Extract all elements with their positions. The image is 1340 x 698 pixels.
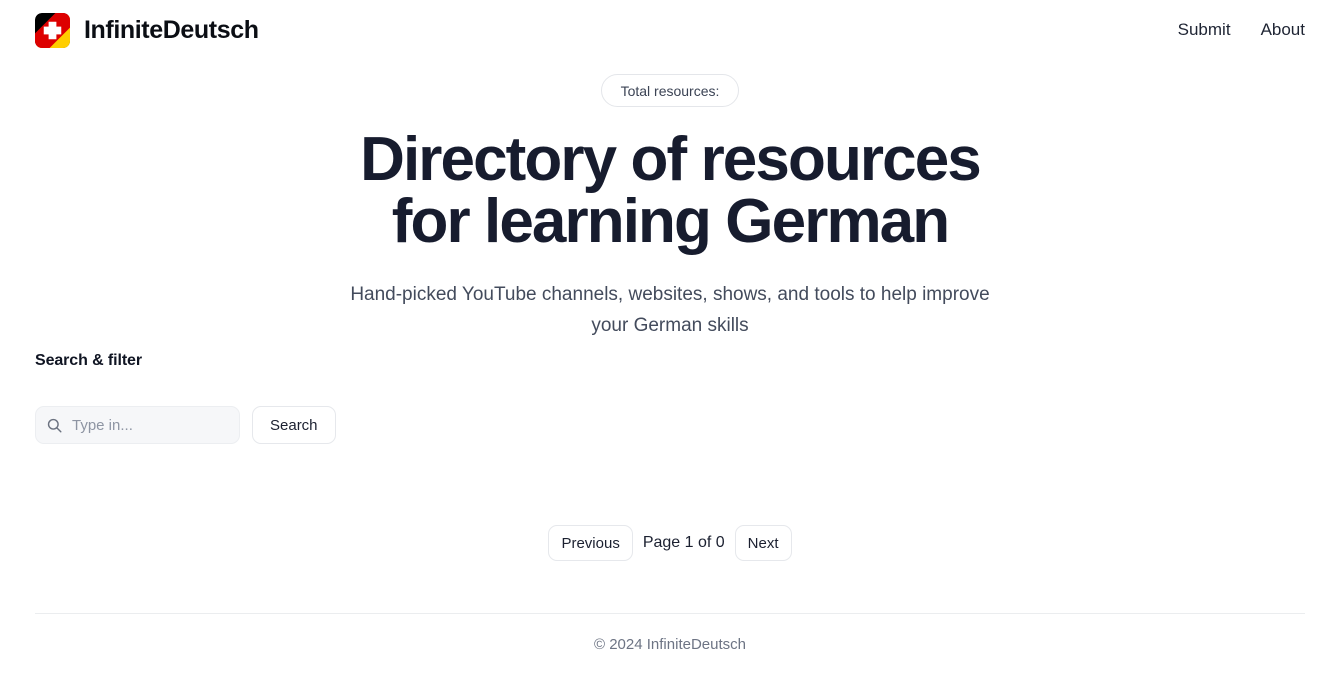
previous-page-button[interactable]: Previous — [548, 525, 633, 561]
search-input[interactable] — [72, 416, 229, 434]
results-list — [35, 470, 1305, 520]
site-header: InfiniteDeutsch Submit About — [0, 0, 1340, 60]
site-footer: © 2024 InfiniteDeutsch — [35, 613, 1305, 653]
page-title: Directory of resources for learning Germ… — [0, 129, 1340, 253]
search-button[interactable]: Search — [252, 406, 336, 444]
page-subtitle: Hand-picked YouTube channels, websites, … — [350, 284, 990, 337]
next-page-button[interactable]: Next — [734, 525, 792, 561]
search-box[interactable] — [35, 406, 240, 444]
nav-link-about[interactable]: About — [1261, 20, 1305, 40]
page-title-line-1: Directory of resources — [360, 125, 982, 194]
search-filter-heading: Search & filter — [35, 352, 142, 369]
copyright-text: © 2024 InfiniteDeutsch — [594, 636, 746, 653]
search-filter-section: Search & filter Search — [35, 352, 635, 444]
german-swiss-flag-logo-icon — [35, 12, 70, 48]
brand-home-link[interactable]: InfiniteDeutsch — [35, 12, 259, 48]
search-row: Search — [35, 406, 635, 444]
nav-link-submit[interactable]: Submit — [1178, 20, 1231, 40]
search-icon — [47, 418, 62, 433]
page-root: InfiniteDeutsch Submit About Total resou… — [0, 0, 1340, 698]
page-status: Page 1 of 0 — [642, 534, 725, 551]
brand-name: InfiniteDeutsch — [84, 15, 259, 44]
total-resources-badge: Total resources: — [600, 74, 740, 107]
page-title-line-2: for learning German — [391, 187, 950, 256]
total-resources-badge-row: Total resources: — [0, 74, 1340, 107]
pagination: Previous Page 1 of 0 Next — [0, 525, 1340, 561]
hero-section: Total resources: Directory of resources … — [0, 60, 1340, 342]
primary-nav: Submit About — [1178, 20, 1305, 40]
